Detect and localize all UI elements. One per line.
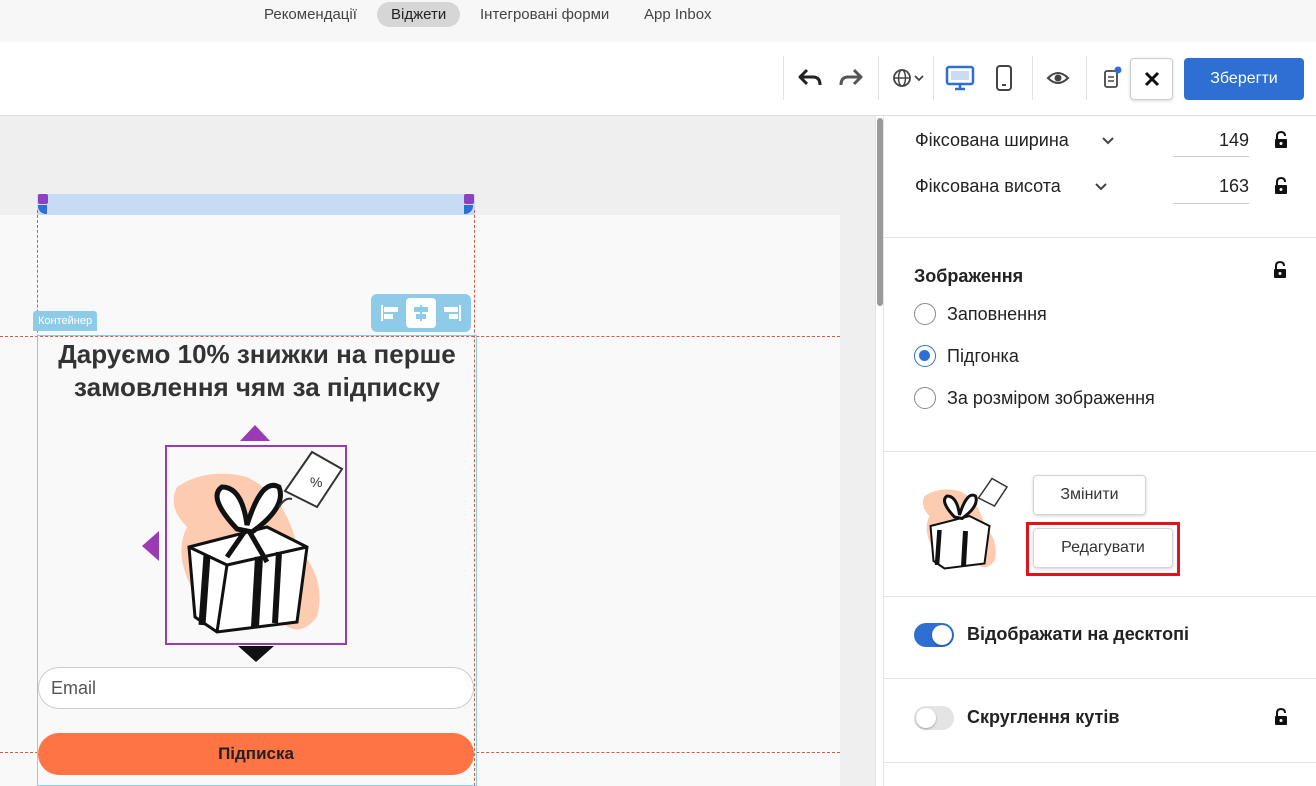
section-divider (884, 596, 1316, 597)
unlock-icon[interactable] (1273, 261, 1287, 279)
editor-canvas[interactable]: Контейнер Даруємо 10% знижки на перше за… (0, 116, 875, 786)
clipboard-notification-icon[interactable] (1096, 62, 1128, 94)
mobile-preview-icon[interactable] (988, 62, 1020, 94)
properties-panel: Фіксована ширина 149 Фіксована висота 16… (884, 116, 1316, 786)
radio-original-size-label[interactable]: За розміром зображення (947, 388, 1155, 409)
gift-box-icon: % (173, 450, 344, 634)
scrollbar-thumb[interactable] (877, 118, 883, 306)
radio-fill-label[interactable]: Заповнення (947, 304, 1047, 325)
image-thumbnail (922, 477, 1009, 570)
gift-image[interactable]: % (165, 445, 347, 645)
align-center-button[interactable] (405, 298, 436, 328)
align-right-button[interactable] (437, 298, 467, 328)
tab-widgets[interactable]: Віджети (377, 2, 461, 27)
close-icon (1144, 71, 1159, 87)
radio-fill[interactable] (914, 303, 936, 325)
globe-language-icon[interactable] (890, 62, 928, 94)
container-tag[interactable]: Контейнер (33, 311, 98, 331)
desktop-preview-icon[interactable] (944, 62, 976, 94)
widget-title[interactable]: Даруємо 10% знижки на перше замовлення ч… (40, 338, 474, 404)
section-divider (884, 237, 1316, 238)
undo-icon[interactable] (794, 62, 826, 94)
align-left-button[interactable] (375, 298, 405, 328)
field-underline (1173, 156, 1249, 157)
toolbar-divider (783, 56, 784, 100)
canvas-scrollbar[interactable] (875, 116, 884, 786)
fixed-height-label[interactable]: Фіксована висота (915, 176, 1061, 197)
tab-recommendations[interactable]: Рекомендації (250, 2, 371, 27)
edit-image-button[interactable]: Редагувати (1033, 528, 1173, 568)
tab-embedded-forms[interactable]: Інтегровані форми (466, 2, 623, 27)
section-divider (884, 678, 1316, 679)
rounded-corners-label[interactable]: Скруглення кутів (967, 707, 1119, 728)
redo-icon[interactable] (835, 62, 867, 94)
unlock-icon[interactable] (1274, 131, 1288, 149)
toolbar-divider (933, 56, 934, 100)
rounded-corners-toggle[interactable] (914, 706, 954, 730)
change-image-button[interactable]: Змінити (1033, 475, 1146, 515)
toolbar-divider (1032, 56, 1033, 100)
fixed-width-text: Фіксована ширина (915, 130, 1069, 150)
section-divider (884, 451, 1316, 452)
fixed-width-label[interactable]: Фіксована ширина (915, 130, 1069, 151)
align-center-icon (413, 305, 428, 321)
move-down-arrow-icon[interactable] (238, 646, 274, 662)
alignment-controls (371, 294, 471, 332)
email-input[interactable]: Email (38, 667, 474, 709)
align-left-icon (381, 305, 399, 321)
radio-original-size[interactable] (914, 387, 936, 409)
close-button[interactable] (1130, 58, 1173, 100)
toolbar-divider (1086, 56, 1087, 100)
show-desktop-toggle[interactable] (914, 623, 954, 647)
save-button[interactable]: Зберегти (1184, 58, 1304, 100)
move-up-arrow-icon[interactable] (240, 425, 270, 441)
svg-text:%: % (310, 474, 322, 490)
fixed-height-value[interactable]: 163 (1173, 176, 1249, 197)
align-right-icon (443, 305, 461, 321)
subscribe-button[interactable]: Підписка (38, 733, 474, 775)
selection-bar (37, 194, 475, 215)
tab-app-inbox[interactable]: App Inbox (630, 2, 726, 27)
fixed-height-text: Фіксована висота (915, 176, 1061, 196)
unlock-icon[interactable] (1274, 177, 1288, 195)
eye-preview-icon[interactable] (1042, 62, 1074, 94)
radio-fit[interactable] (914, 345, 936, 367)
radio-fit-label[interactable]: Підгонка (947, 346, 1019, 367)
resize-handle[interactable] (464, 194, 474, 204)
field-underline (1173, 203, 1249, 204)
resize-handle[interactable] (38, 194, 48, 204)
image-section-title: Зображення (914, 266, 1024, 286)
toggle-knob (932, 625, 952, 645)
show-desktop-label[interactable]: Відображати на десктопі (967, 624, 1189, 645)
toolbar-divider (878, 56, 879, 100)
toggle-knob (916, 708, 936, 728)
section-divider (884, 762, 1316, 763)
fixed-width-value[interactable]: 149 (1173, 130, 1249, 151)
chevron-down-icon[interactable] (1101, 136, 1115, 146)
move-left-arrow-icon[interactable] (142, 531, 159, 561)
top-nav: Рекомендації Віджети Інтегровані форми A… (0, 0, 1316, 42)
editor-toolbar: Зберегти (0, 42, 1316, 116)
unlock-icon[interactable] (1274, 708, 1288, 726)
chevron-down-icon[interactable] (1094, 182, 1108, 192)
